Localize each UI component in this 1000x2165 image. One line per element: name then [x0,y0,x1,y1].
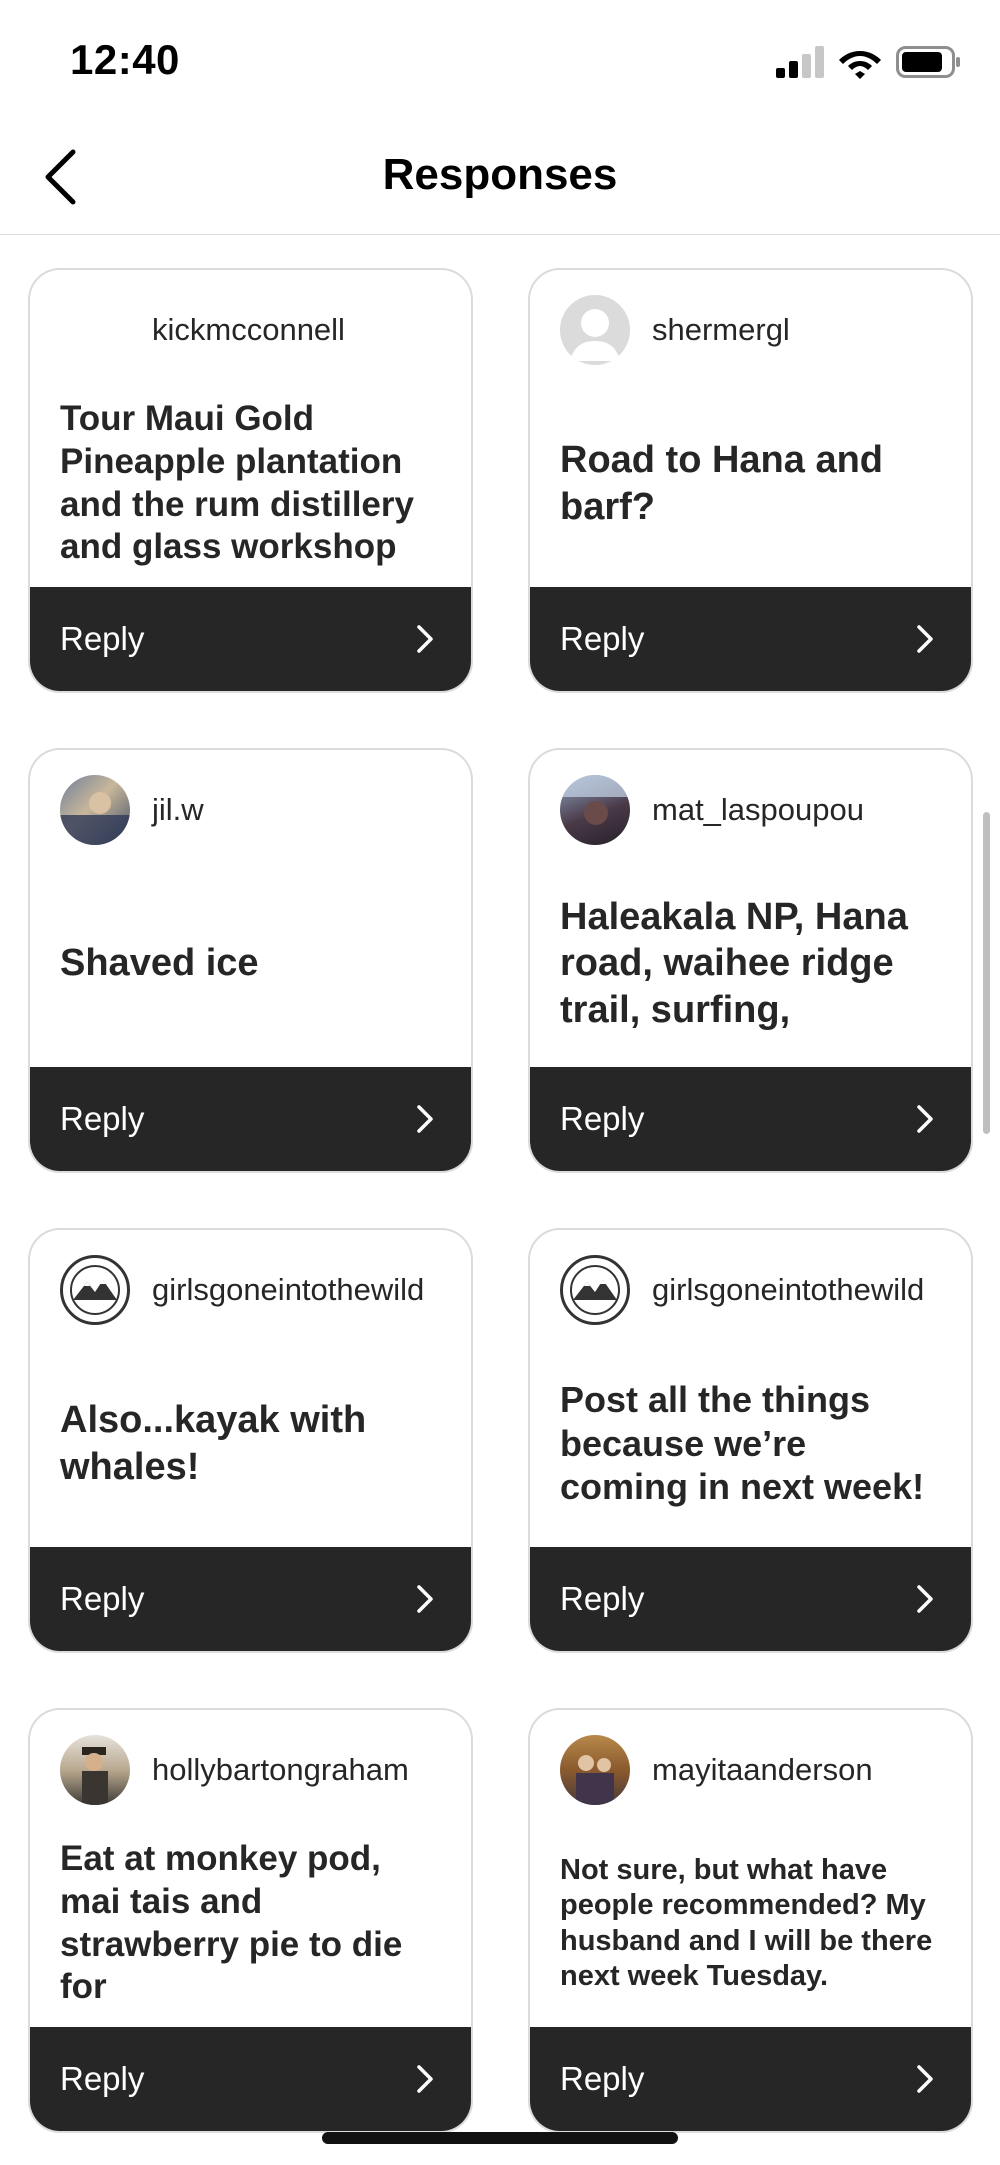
response-text: Eat at monkey pod, mai tais and strawber… [60,1839,403,2007]
wifi-icon [839,51,881,79]
user-photo-icon [82,1747,108,1805]
response-card: shermergl Road to Hana and barf? Reply [528,268,973,693]
card-header: shermergl [560,294,951,366]
mountain-logo-icon [70,1265,120,1315]
reply-button[interactable]: Reply [30,1547,471,1651]
username[interactable]: mayitaanderson [652,1752,873,1788]
status-bar: 12:40 [0,0,1000,120]
response-text: Shaved ice [60,942,259,985]
avatar[interactable] [560,1735,630,1805]
response-text: Tour Maui Gold Pineapple plantation and … [60,399,414,567]
username[interactable]: shermergl [652,312,790,348]
chevron-right-icon [417,625,433,653]
response-card: kickmcconnell Tour Maui Gold Pineapple p… [28,268,473,693]
card-header: jil.w [60,774,451,846]
avatar[interactable] [560,295,630,365]
chevron-right-icon [917,1585,933,1613]
reply-label: Reply [560,620,645,657]
response-text: Not sure, but what have people recommend… [560,1853,933,1992]
response-text: Post all the things because we’re coming… [560,1378,925,1508]
username[interactable]: hollybartongraham [152,1752,409,1788]
chevron-right-icon [917,1105,933,1133]
avatar[interactable] [60,1735,130,1805]
response-text: Also...kayak with whales! [60,1399,367,1488]
nav-bar: Responses [0,120,1000,235]
response-card: girlsgoneintothewild Post all the things… [528,1228,973,1653]
cellular-signal-icon [776,46,824,78]
username[interactable]: kickmcconnell [152,312,345,348]
scrollbar[interactable] [983,812,990,1134]
home-indicator[interactable] [322,2132,678,2144]
response-card: girlsgoneintothewild Also...kayak with w… [28,1228,473,1653]
reply-label: Reply [560,1580,645,1617]
avatar[interactable] [560,1255,630,1325]
response-card: mayitaanderson Not sure, but what have p… [528,1708,973,2133]
reply-button[interactable]: Reply [30,2027,471,2131]
response-card: hollybartongraham Eat at monkey pod, mai… [28,1708,473,2133]
user-photo-icon [60,792,130,845]
chevron-right-icon [417,1585,433,1613]
status-icons [776,44,962,80]
response-text: Haleakala NP, Hana road, waihee ridge tr… [560,895,908,1031]
response-card: mat_laspoupou Haleakala NP, Hana road, w… [528,748,973,1173]
chevron-right-icon [917,625,933,653]
username[interactable]: girlsgoneintothewild [652,1272,924,1308]
reply-label: Reply [60,1580,145,1617]
reply-button[interactable]: Reply [30,1067,471,1171]
chevron-right-icon [917,2065,933,2093]
avatar[interactable] [60,1255,130,1325]
mountain-logo-icon [570,1265,620,1315]
reply-label: Reply [60,1100,145,1137]
reply-label: Reply [60,2060,145,2097]
avatar[interactable] [560,775,630,845]
reply-label: Reply [560,1100,645,1137]
reply-label: Reply [560,2060,645,2097]
reply-button[interactable]: Reply [530,2027,971,2131]
user-photo-icon [576,1755,614,1805]
user-photo-icon [560,775,630,825]
avatar[interactable] [60,775,130,845]
card-header: girlsgoneintothewild [60,1254,451,1326]
battery-icon [896,46,960,78]
reply-button[interactable]: Reply [530,1547,971,1651]
reply-button[interactable]: Reply [530,587,971,691]
username[interactable]: jil.w [152,792,204,828]
card-header: girlsgoneintothewild [560,1254,951,1326]
chevron-right-icon [417,1105,433,1133]
response-text: Road to Hana and barf? [560,439,884,528]
reply-button[interactable]: Reply [530,1067,971,1171]
card-header: hollybartongraham [60,1734,451,1806]
default-avatar-icon [570,309,620,361]
card-header: kickmcconnell [152,294,451,366]
status-time: 12:40 [70,36,180,83]
chevron-right-icon [417,2065,433,2093]
page-title: Responses [382,150,618,199]
response-card: jil.w Shaved ice Reply [28,748,473,1173]
card-header: mat_laspoupou [560,774,951,846]
card-header: mayitaanderson [560,1734,951,1806]
username[interactable]: girlsgoneintothewild [152,1272,424,1308]
reply-button[interactable]: Reply [30,587,471,691]
username[interactable]: mat_laspoupou [652,792,864,828]
reply-label: Reply [60,620,145,657]
